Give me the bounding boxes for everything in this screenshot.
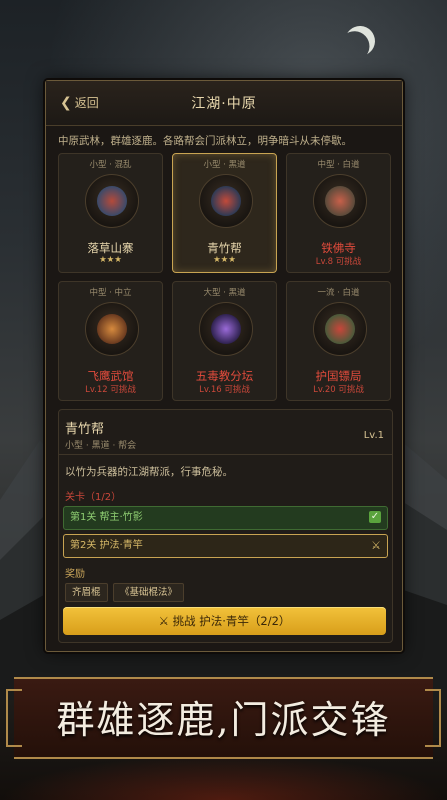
- faction-tag: 小型 · 混乱: [89, 160, 132, 170]
- faction-card-1[interactable]: 小型 · 黑道 青竹帮 ★★★: [172, 153, 277, 273]
- checkmark-icon: ✓: [369, 511, 381, 523]
- poison-cult-icon: [199, 302, 253, 356]
- page-title: 江湖·中原: [191, 96, 257, 112]
- faction-name: 护国镖局: [315, 369, 362, 383]
- faction-card-3[interactable]: 中型 · 中立 飞鹰武馆 Lv.12 可挑战: [58, 281, 163, 401]
- challenge-label: 挑战 护法·青竿（2/2）: [172, 614, 291, 628]
- faction-name: 青竹帮: [207, 241, 242, 255]
- faction-name: 铁佛寺: [321, 241, 356, 255]
- stage-row-2[interactable]: 第2关 护法·青竿 ⚔: [63, 534, 388, 558]
- faction-name: 五毒教分坛: [195, 369, 254, 383]
- stage-header: 关卡（1/2）: [65, 492, 122, 503]
- slogan-banner: 群雄逐鹿,门派交锋: [6, 677, 441, 759]
- slogan-text: 群雄逐鹿,门派交锋: [56, 698, 391, 742]
- faction-stars: ★★★: [213, 255, 236, 265]
- detail-tags: 小型 · 黑道 · 帮会: [65, 441, 137, 451]
- pagoda-icon: [313, 174, 367, 228]
- faction-level-req: Lv.8 可挑战: [315, 257, 362, 267]
- detail-faction-name: 青竹帮: [65, 422, 105, 437]
- region-description: 中原武林，群雄逐鹿。各路帮会门派林立，明争暗斗从未停歇。: [58, 135, 352, 147]
- escort-agency-icon: [313, 302, 367, 356]
- divider: [59, 454, 392, 455]
- faction-card-2[interactable]: 中型 · 白道 铁佛寺 Lv.8 可挑战: [286, 153, 391, 273]
- faction-level-req: Lv.20 可挑战: [313, 385, 364, 395]
- ember-glow: [0, 755, 447, 800]
- martial-hall-icon: [85, 302, 139, 356]
- faction-level-req: Lv.16 可挑战: [199, 385, 250, 395]
- faction-stars: ★★★: [99, 255, 122, 265]
- crossed-swords-icon: ⚔: [371, 539, 381, 552]
- faction-tag: 大型 · 黑道: [203, 288, 246, 298]
- faction-card-0[interactable]: 小型 · 混乱 落草山寨 ★★★: [58, 153, 163, 273]
- detail-level: Lv.1: [363, 430, 384, 441]
- reward-header: 奖励: [65, 569, 85, 580]
- faction-level-req: Lv.12 可挑战: [85, 385, 136, 395]
- faction-name: 落草山寨: [87, 241, 134, 255]
- faction-card-4[interactable]: 大型 · 黑道 五毒教分坛 Lv.16 可挑战: [172, 281, 277, 401]
- faction-tag: 一流 · 白道: [317, 288, 360, 298]
- faction-emblem-icon: [199, 174, 253, 228]
- faction-tag: 中型 · 中立: [89, 288, 132, 298]
- challenge-button[interactable]: ⚔ 挑战 护法·青竿（2/2）: [63, 607, 386, 635]
- faction-tag: 小型 · 黑道: [203, 160, 246, 170]
- stage-label: 第2关 护法·青竿: [70, 540, 143, 551]
- region-panel: ❮ 返回 江湖·中原 中原武林，群雄逐鹿。各路帮会门派林立，明争暗斗从未停歇。 小…: [45, 80, 403, 652]
- faction-name: 飞鹰武馆: [87, 369, 134, 383]
- stage-row-1[interactable]: 第1关 帮主·竹影 ✓: [63, 506, 388, 530]
- faction-tag: 中型 · 白道: [317, 160, 360, 170]
- reward-item: 齐眉棍: [65, 583, 108, 602]
- detail-description: 以竹为兵器的江湖帮派，行事危秘。: [65, 466, 233, 478]
- reward-item: 《基础棍法》: [113, 583, 185, 602]
- panel-header: ❮ 返回 江湖·中原: [46, 81, 402, 126]
- faction-emblem-icon: [85, 174, 139, 228]
- crossed-swords-icon: ⚔: [158, 614, 173, 628]
- faction-detail: 青竹帮 Lv.1 小型 · 黑道 · 帮会 以竹为兵器的江湖帮派，行事危秘。 关…: [58, 409, 393, 643]
- faction-card-5[interactable]: 一流 · 白道 护国镖局 Lv.20 可挑战: [286, 281, 391, 401]
- stage-label: 第1关 帮主·竹影: [70, 512, 143, 523]
